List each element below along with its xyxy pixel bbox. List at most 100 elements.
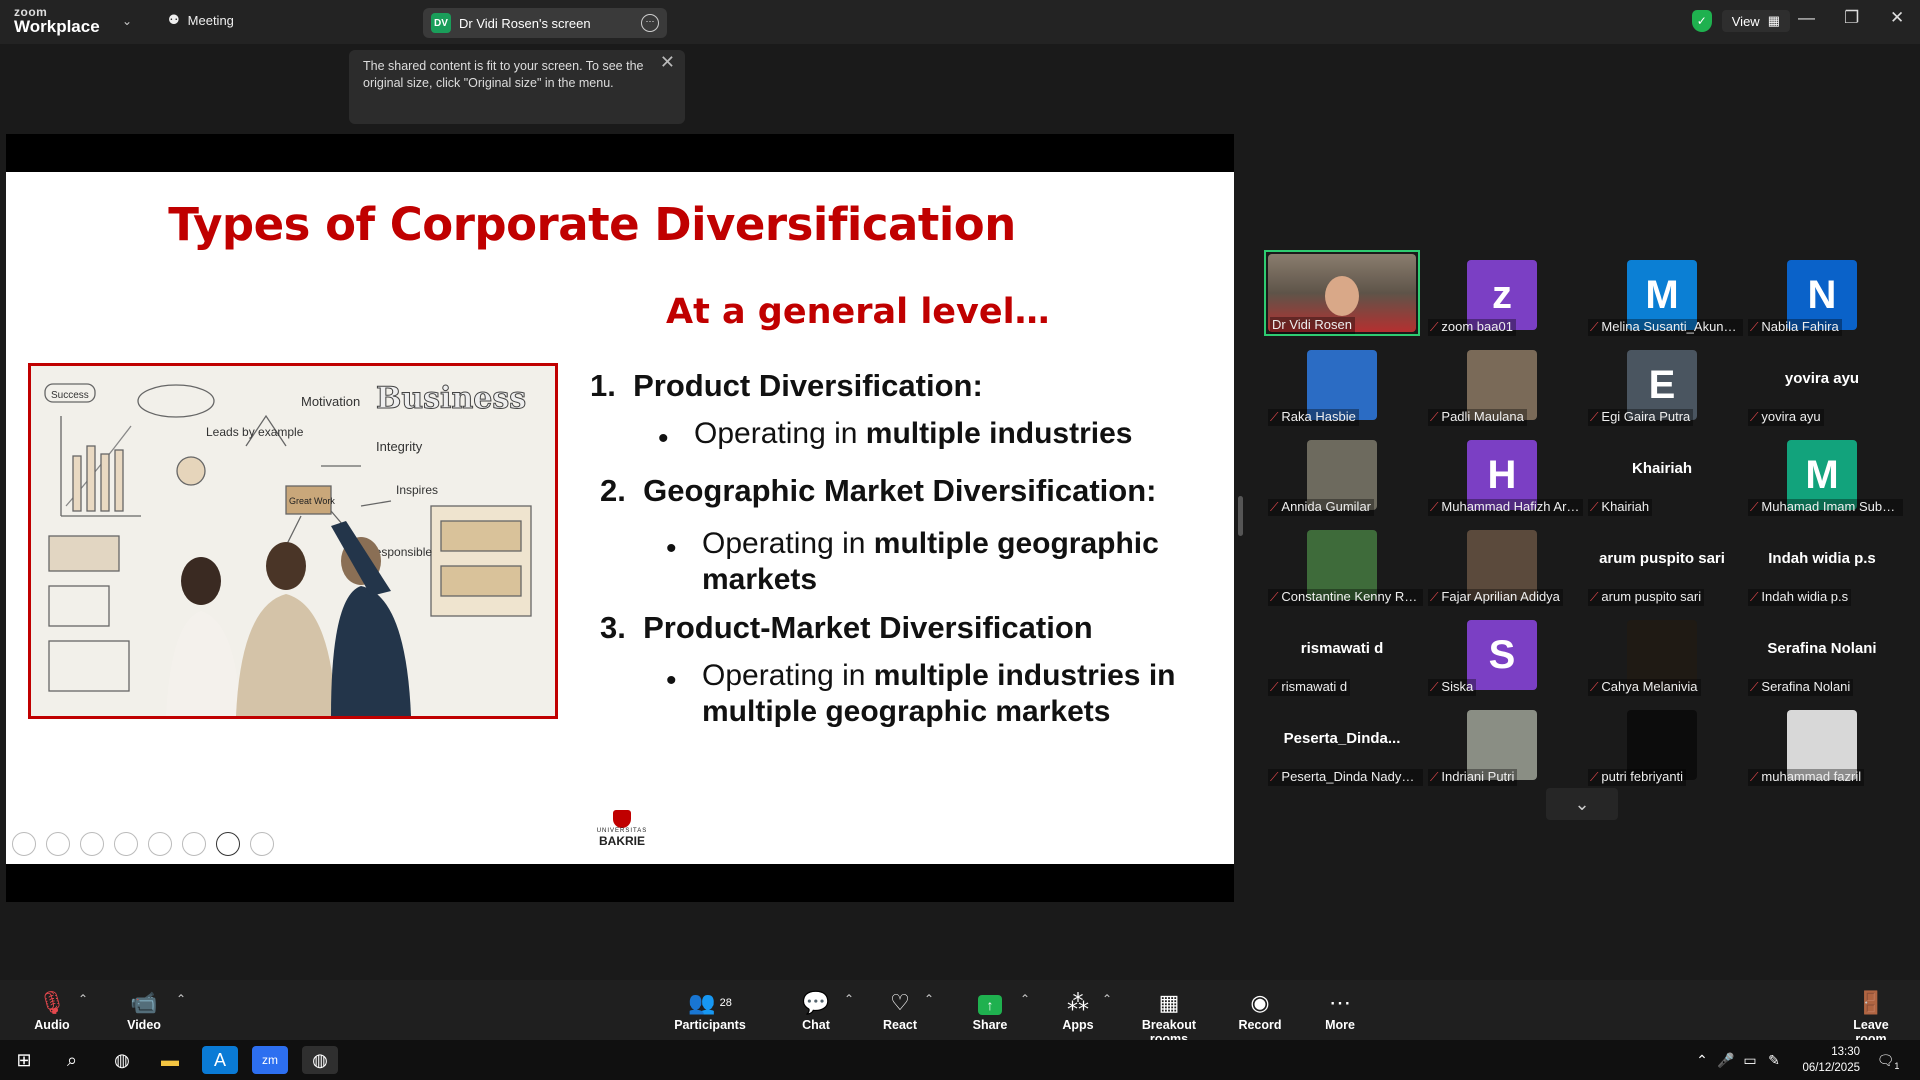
- mic-muted-icon: ⟋: [1270, 410, 1279, 424]
- participant-tile[interactable]: ⟋ Annida Gumilar: [1264, 430, 1420, 516]
- participant-tile[interactable]: ⟋ muhammad fazril: [1744, 700, 1900, 786]
- participant-tile[interactable]: ⟋ Padli Maulana: [1424, 340, 1580, 426]
- view-label: View: [1731, 13, 1760, 29]
- participant-tile[interactable]: Peserta_Dinda... ⟋Peserta_Dinda Nadya Put…: [1264, 700, 1423, 786]
- system-clock[interactable]: 13:30 06/12/2025: [1802, 1044, 1860, 1076]
- chevron-up-icon[interactable]: ⌃: [1020, 992, 1030, 1006]
- breakout-rooms-button[interactable]: ▦ Breakout rooms: [1124, 990, 1214, 1046]
- participant-tile[interactable]: ⟋ Raka Hasbie: [1264, 340, 1420, 426]
- logo-line-2: BAKRIE: [598, 834, 645, 848]
- participant-tile[interactable]: ⟋ putri febriyanti: [1584, 700, 1740, 786]
- panel-resize-handle[interactable]: [1238, 496, 1243, 536]
- mic-muted-icon: ⟋: [1430, 320, 1439, 334]
- view-button[interactable]: View ▦: [1721, 10, 1790, 32]
- chevron-up-icon[interactable]: ⌃: [844, 992, 854, 1006]
- chevron-down-icon[interactable]: ⌄: [122, 14, 132, 28]
- app-icon[interactable]: A: [202, 1046, 238, 1074]
- participant-tile[interactable]: rismawati d ⟋ rismawati d: [1264, 610, 1420, 696]
- participant-tile[interactable]: Serafina Nolani ⟋ Serafina Nolani: [1744, 610, 1900, 696]
- zoom-workplace-logo[interactable]: zoom Workplace: [14, 6, 100, 35]
- participants-label: Participants: [674, 1018, 746, 1032]
- participant-name-label: ⟋ Khairiah: [1588, 499, 1653, 516]
- share-screen-icon: ↑: [978, 995, 1002, 1015]
- minimize-icon[interactable]: —: [1798, 8, 1815, 28]
- video-button[interactable]: 📹 Video: [124, 990, 164, 1032]
- previous-slide-icon[interactable]: [12, 832, 36, 856]
- participant-tile[interactable]: H⟋Muhammad Hafizh Arrahman: [1424, 430, 1583, 516]
- close-window-icon[interactable]: ✕: [1890, 8, 1904, 28]
- audio-button[interactable]: 🎙 Audio: [34, 990, 70, 1032]
- notification-count: 1: [1894, 1060, 1900, 1071]
- image-text-great-work: Great Work: [289, 496, 335, 506]
- participant-tile[interactable]: Dr Vidi Rosen: [1264, 250, 1420, 336]
- zoom-taskbar-icon[interactable]: zm: [252, 1046, 288, 1074]
- pen-icon[interactable]: ✎: [1756, 1046, 1792, 1074]
- pen-icon[interactable]: [80, 832, 104, 856]
- chevron-up-icon[interactable]: ⌃: [1102, 992, 1112, 1006]
- participant-name: Padli Maulana: [1441, 409, 1524, 424]
- grid-view-icon: ▦: [1767, 13, 1780, 28]
- participant-tile[interactable]: yovira ayu ⟋ yovira ayu: [1744, 340, 1900, 426]
- share-button[interactable]: ↑ Share: [970, 990, 1010, 1032]
- chat-icon: 💬: [802, 990, 830, 1015]
- restore-icon[interactable]: ❐: [1844, 8, 1859, 28]
- notification-icon[interactable]: 🗨1: [1870, 1046, 1906, 1074]
- participant-tile[interactable]: M ⟋ Melina Susanti_Akuntansi: [1584, 250, 1743, 336]
- react-button[interactable]: ♡ React: [880, 990, 920, 1032]
- chrome-active-icon[interactable]: ◍: [302, 1046, 338, 1074]
- participant-tile[interactable]: ⟋ Constantine Kenny Rizky: [1264, 520, 1423, 606]
- more-button[interactable]: ⋯ More: [1320, 990, 1360, 1032]
- participant-name: muhammad fazril: [1761, 769, 1862, 784]
- camera-icon[interactable]: [216, 832, 240, 856]
- more-options-icon[interactable]: ···: [641, 14, 659, 32]
- slide-subtitle: At a general level…: [666, 292, 1050, 332]
- participant-name: Fajar Aprilian Adidya: [1441, 589, 1560, 604]
- next-slide-icon[interactable]: [46, 832, 70, 856]
- image-text-integrity: Integrity: [376, 439, 423, 454]
- share-label: Share: [972, 1018, 1008, 1032]
- chevron-up-icon[interactable]: ⌃: [176, 992, 186, 1006]
- participant-tile[interactable]: z ⟋ zoom baa01: [1424, 250, 1580, 336]
- participant-tile[interactable]: ⟋ Fajar Aprilian Adidya: [1424, 520, 1580, 606]
- search-icon[interactable]: ⌕: [54, 1046, 90, 1074]
- avatar: S: [1467, 620, 1537, 690]
- chat-button[interactable]: 💬 Chat: [796, 990, 836, 1032]
- participant-name: Khairiah: [1601, 499, 1650, 514]
- participant-tile[interactable]: E ⟋ Egi Gaira Putra: [1584, 340, 1740, 426]
- file-explorer-icon[interactable]: ▬: [152, 1046, 188, 1074]
- zoom-icon[interactable]: [148, 832, 172, 856]
- subtitles-icon[interactable]: [182, 832, 206, 856]
- participant-tile[interactable]: Khairiah ⟋ Khairiah: [1584, 430, 1740, 516]
- participant-tile[interactable]: Indah widia p.s ⟋ Indah widia p.s: [1744, 520, 1900, 606]
- participant-tile[interactable]: ⟋ Indriani Putri: [1424, 700, 1580, 786]
- record-label: Record: [1238, 1018, 1282, 1032]
- chrome-icon[interactable]: ◍: [104, 1046, 140, 1074]
- shared-screen-tab[interactable]: DV Dr Vidi Rosen's screen ···: [423, 8, 667, 38]
- audio-label: Audio: [34, 1018, 70, 1032]
- participant-tile[interactable]: S ⟋ Siska: [1424, 610, 1580, 696]
- more-icon[interactable]: [250, 832, 274, 856]
- participant-tile[interactable]: ⟋ Cahya Melanivia: [1584, 610, 1740, 696]
- chevron-down-icon[interactable]: ⌄: [1546, 788, 1618, 820]
- record-button[interactable]: ◉ Record: [1238, 990, 1282, 1032]
- windows-start-icon[interactable]: ⊞: [6, 1046, 42, 1074]
- leave-room-button[interactable]: 🚪 Leave room: [1836, 990, 1906, 1046]
- mic-muted-icon: ⟋: [1590, 410, 1599, 424]
- participant-tile[interactable]: M ⟋ Muhamad Imam Subagja: [1744, 430, 1903, 516]
- chevron-up-icon[interactable]: ⌃: [78, 992, 88, 1006]
- list-item-2: 2. Geographic Market Diversification:: [600, 473, 1156, 509]
- apps-button[interactable]: ⁂ Apps: [1058, 990, 1098, 1032]
- mic-muted-icon: ⟋: [1590, 770, 1599, 784]
- participant-tile[interactable]: N ⟋ Nabila Fahira: [1744, 250, 1900, 336]
- participant-tile[interactable]: arum puspito sari ⟋ arum puspito sari: [1584, 520, 1740, 606]
- participant-name: Nabila Fahira: [1761, 319, 1839, 334]
- university-crest-icon: [613, 810, 631, 828]
- meeting-tab[interactable]: ⚉ Meeting: [168, 12, 234, 28]
- participant-name: Constantine Kenny Rizky: [1281, 589, 1423, 604]
- slides-grid-icon[interactable]: [114, 832, 138, 856]
- security-shield-icon[interactable]: ✓: [1691, 10, 1712, 32]
- chevron-up-icon[interactable]: ⌃: [924, 992, 934, 1006]
- list-bullet-2: Operating in multiple geographic markets: [702, 526, 1202, 598]
- close-icon[interactable]: ✕: [660, 53, 675, 71]
- participants-button[interactable]: 👥 28 Participants: [670, 990, 750, 1032]
